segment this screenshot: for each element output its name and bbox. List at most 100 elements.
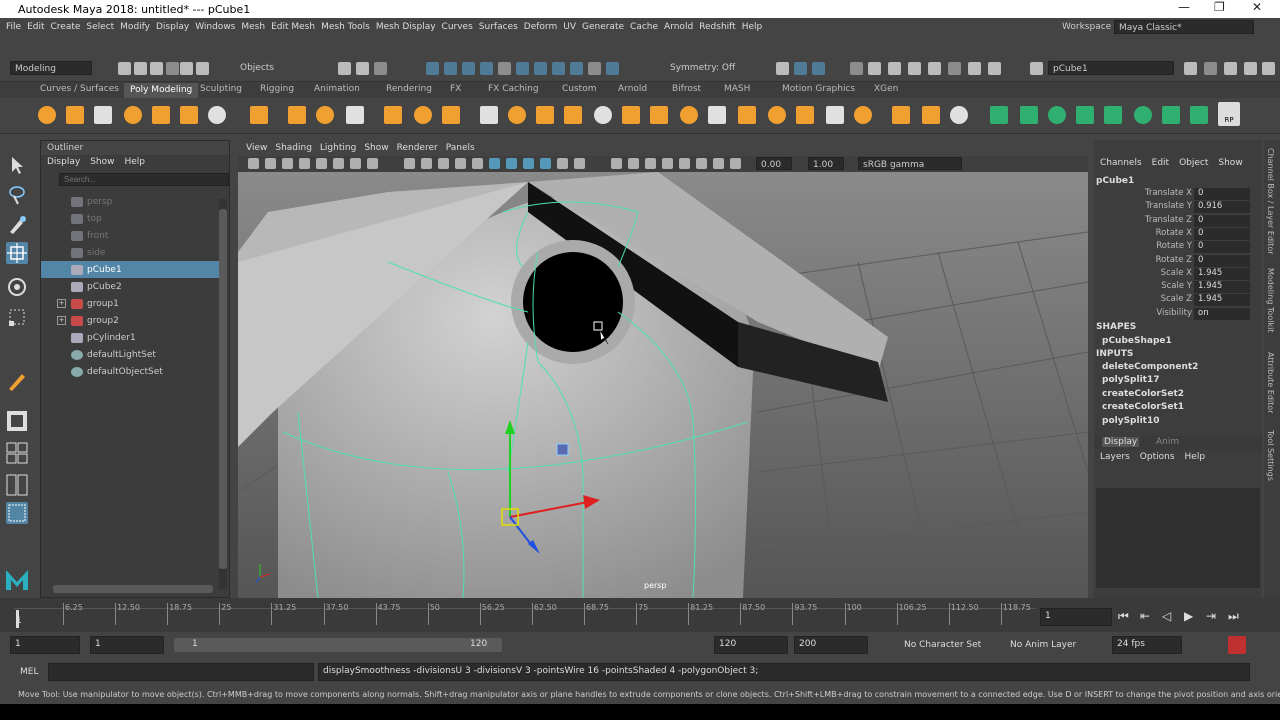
shelf-tool-27-icon[interactable] [826,106,844,124]
shelf-tab-sculpting[interactable]: Sculpting [200,84,242,94]
outliner-item[interactable]: pCube2 [41,278,219,295]
anim-layer-dropdown[interactable]: No Anim Layer [1010,640,1076,650]
current-frame-field[interactable]: 1 [1040,608,1112,626]
viewport-tool-10-icon[interactable] [421,158,432,169]
shelf-tool-19-icon[interactable] [594,106,612,124]
playback-button-3-icon[interactable]: ◁ [1162,609,1171,623]
layer-menu-help[interactable]: Help [1185,452,1206,466]
channel-menu-object[interactable]: Object [1179,158,1208,170]
toolbar-tool-27-icon[interactable] [908,62,921,75]
channel-menu-channels[interactable]: Channels [1100,158,1142,170]
script-language[interactable]: MEL [20,667,38,677]
toolbar-tool-1-icon[interactable] [118,62,131,75]
shelf-tool-25-icon[interactable] [768,106,786,124]
shelf-tool-10-icon[interactable] [316,106,334,124]
shelf-tab-xgen[interactable]: XGen [874,84,898,94]
viewport-tool-18-icon[interactable] [557,158,568,169]
channel-attribute[interactable]: Scale Z 1.945 [1094,294,1254,307]
attribute-value[interactable]: 0 [1194,188,1250,200]
viewport-tool-9-icon[interactable] [404,158,415,169]
toolbar-tool-36-icon[interactable] [1244,62,1257,75]
shelf-tool-39-icon[interactable] [1190,106,1208,124]
channel-attribute[interactable]: Rotate Y0 [1094,241,1254,254]
menu-mesh-tools[interactable]: Mesh Tools [321,22,370,32]
shelf-tool-3-icon[interactable] [94,106,112,124]
toolbar-tool-5-icon[interactable] [180,62,193,75]
viewport-menu-renderer[interactable]: Renderer [397,143,438,153]
outliner-layout-icon[interactable] [6,502,28,524]
playback-start-field[interactable]: 1 [90,636,164,654]
viewport-tool-11-icon[interactable] [438,158,449,169]
toolbar-tool-3-icon[interactable] [150,62,163,75]
viewport-tool-3-icon[interactable] [282,158,293,169]
toolbar-tool-26-icon[interactable] [888,62,901,75]
menu-edit[interactable]: Edit [27,22,44,32]
viewport-tool-14-icon[interactable] [489,158,500,169]
range-bar[interactable]: 1 120 [174,638,502,652]
shelf-tab-fx-caching[interactable]: FX Caching [488,84,539,94]
shelf-tool-20-icon[interactable] [622,106,640,124]
shelf-tool-15-icon[interactable] [480,106,498,124]
outliner-item[interactable]: pCylinder1 [41,329,219,346]
toolbar-tool-4-icon[interactable] [166,62,179,75]
channel-attribute[interactable]: Translate X0 [1094,188,1254,201]
menu-curves[interactable]: Curves [442,22,473,32]
shelf-tool-5-icon[interactable] [152,106,170,124]
layer-menu-options[interactable]: Options [1140,452,1175,466]
outliner-scrollbar[interactable] [219,199,227,589]
input-node[interactable]: polySplit10 [1102,416,1160,426]
outliner-menu-display[interactable]: Display [47,157,80,167]
attribute-value[interactable]: on [1194,307,1250,320]
viewport-tool-4-icon[interactable] [299,158,310,169]
symmetry-dropdown[interactable]: Symmetry: Off [666,61,746,75]
toolbar-tool-37-icon[interactable] [1262,62,1275,75]
auto-key-icon[interactable] [1228,636,1246,654]
expand-icon[interactable]: + [57,299,66,308]
viewport-tool-24-icon[interactable] [679,158,690,169]
shelf-tab-curves-surfaces[interactable]: Curves / Surfaces [40,84,119,94]
shelf-tool-17-icon[interactable] [536,106,554,124]
shelf-tab-bifrost[interactable]: Bifrost [672,84,701,94]
toolbar-tool-24-icon[interactable] [850,62,863,75]
paint-select-icon[interactable] [6,214,28,236]
shelf-tool-34-icon[interactable] [1048,106,1066,124]
outliner-h-scrollbar[interactable] [53,585,213,593]
channel-menu-edit[interactable]: Edit [1152,158,1169,170]
menu-mesh[interactable]: Mesh [241,22,265,32]
viewport-tool-25-icon[interactable] [696,158,707,169]
menu-deform[interactable]: Deform [524,22,557,32]
viewport-tool-22-icon[interactable] [645,158,656,169]
input-node[interactable]: deleteComponent2 [1102,362,1198,372]
shelf-tab-mash[interactable]: MASH [724,84,750,94]
channel-menu-show[interactable]: Show [1218,158,1242,170]
select-tool-icon[interactable] [6,154,28,176]
playback-button-4-icon[interactable]: ▶ [1184,609,1193,623]
shelf-tool-16-icon[interactable] [508,106,526,124]
outliner-item[interactable]: persp [41,193,219,210]
menu-uv[interactable]: UV [563,22,576,32]
shelf-tool-6-icon[interactable] [180,106,198,124]
channel-attribute[interactable]: Translate Y 0.916 [1094,201,1254,214]
menu-edit-mesh[interactable]: Edit Mesh [271,22,315,32]
menu-file[interactable]: File [6,22,21,32]
viewport-tool-5-icon[interactable] [316,158,327,169]
outliner-item[interactable]: + group2 [41,312,219,329]
shelf-tab-arnold[interactable]: Arnold [618,84,647,94]
viewport-tool-17-icon[interactable] [540,158,551,169]
shelf-tool-9-icon[interactable] [288,106,306,124]
colorspace-dropdown[interactable]: sRGB gamma [858,157,962,170]
channel-attribute[interactable]: Rotate X0 [1094,227,1254,241]
attribute-value[interactable]: 1.945 [1194,294,1250,307]
toolbar-tool-32-icon[interactable] [1030,62,1043,75]
shelf-tool-18-icon[interactable] [564,106,582,124]
viewport-tool-12-icon[interactable] [455,158,466,169]
viewport-tool-19-icon[interactable] [574,158,585,169]
toolbar-tool-15-icon[interactable] [516,62,529,75]
fps-dropdown[interactable]: 24 fps [1112,636,1182,654]
exposure-field[interactable]: 0.00 [756,157,792,170]
shelf-tool-26-icon[interactable] [796,106,814,124]
rp-shelf-button[interactable]: RP [1218,102,1240,126]
toolbar-tool-16-icon[interactable] [534,62,547,75]
toolbar-tool-23-icon[interactable] [812,62,825,75]
attribute-value[interactable]: 0 [1194,214,1250,227]
